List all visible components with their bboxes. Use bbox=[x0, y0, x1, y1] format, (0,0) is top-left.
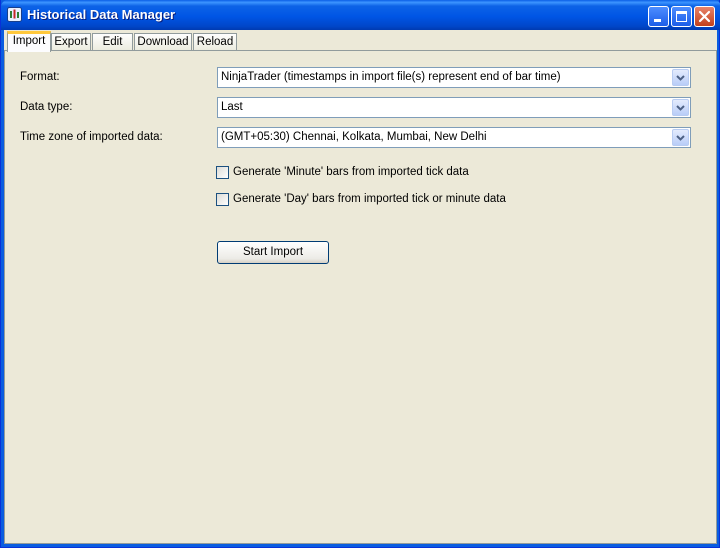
close-button[interactable] bbox=[694, 6, 715, 27]
window-title: Historical Data Manager bbox=[27, 7, 176, 22]
maximize-icon bbox=[676, 11, 687, 22]
chevron-down-icon[interactable] bbox=[672, 69, 689, 86]
day-bars-checkbox[interactable] bbox=[216, 193, 229, 206]
maximize-button[interactable] bbox=[671, 6, 692, 27]
tab-import[interactable]: Import bbox=[7, 31, 51, 52]
timezone-value: (GMT+05:30) Chennai, Kolkata, Mumbai, Ne… bbox=[221, 131, 487, 143]
datatype-label: Data type: bbox=[20, 101, 73, 113]
tab-download[interactable]: Download bbox=[134, 33, 192, 50]
tab-strip: Import Export Edit Download Reload bbox=[4, 30, 717, 52]
client-area: Import Export Edit Download Reload Forma… bbox=[4, 30, 717, 544]
format-dropdown[interactable]: NinjaTrader (timestamps in import file(s… bbox=[217, 67, 691, 88]
minute-bars-checkbox[interactable] bbox=[216, 166, 229, 179]
chevron-down-icon[interactable] bbox=[672, 99, 689, 116]
datatype-dropdown[interactable]: Last bbox=[217, 97, 691, 118]
import-panel: Format: NinjaTrader (timestamps in impor… bbox=[4, 50, 717, 544]
timezone-label: Time zone of imported data: bbox=[20, 131, 163, 143]
close-icon bbox=[698, 10, 711, 23]
datatype-value: Last bbox=[221, 101, 243, 113]
tab-export[interactable]: Export bbox=[51, 33, 91, 50]
chevron-down-icon[interactable] bbox=[672, 129, 689, 146]
tab-reload[interactable]: Reload bbox=[193, 33, 237, 50]
minimize-button[interactable] bbox=[648, 6, 669, 27]
minute-bars-label[interactable]: Generate 'Minute' bars from imported tic… bbox=[233, 166, 469, 178]
day-bars-label[interactable]: Generate 'Day' bars from imported tick o… bbox=[233, 193, 506, 205]
app-icon bbox=[7, 7, 22, 22]
format-label: Format: bbox=[20, 71, 60, 83]
main-window: Historical Data Manager Import Export Ed… bbox=[0, 0, 720, 548]
title-bar[interactable]: Historical Data Manager bbox=[1, 0, 720, 30]
tab-edit[interactable]: Edit bbox=[92, 33, 133, 50]
start-import-button[interactable]: Start Import bbox=[217, 241, 329, 264]
timezone-dropdown[interactable]: (GMT+05:30) Chennai, Kolkata, Mumbai, Ne… bbox=[217, 127, 691, 148]
format-value: NinjaTrader (timestamps in import file(s… bbox=[221, 71, 561, 83]
minimize-icon bbox=[654, 19, 661, 22]
